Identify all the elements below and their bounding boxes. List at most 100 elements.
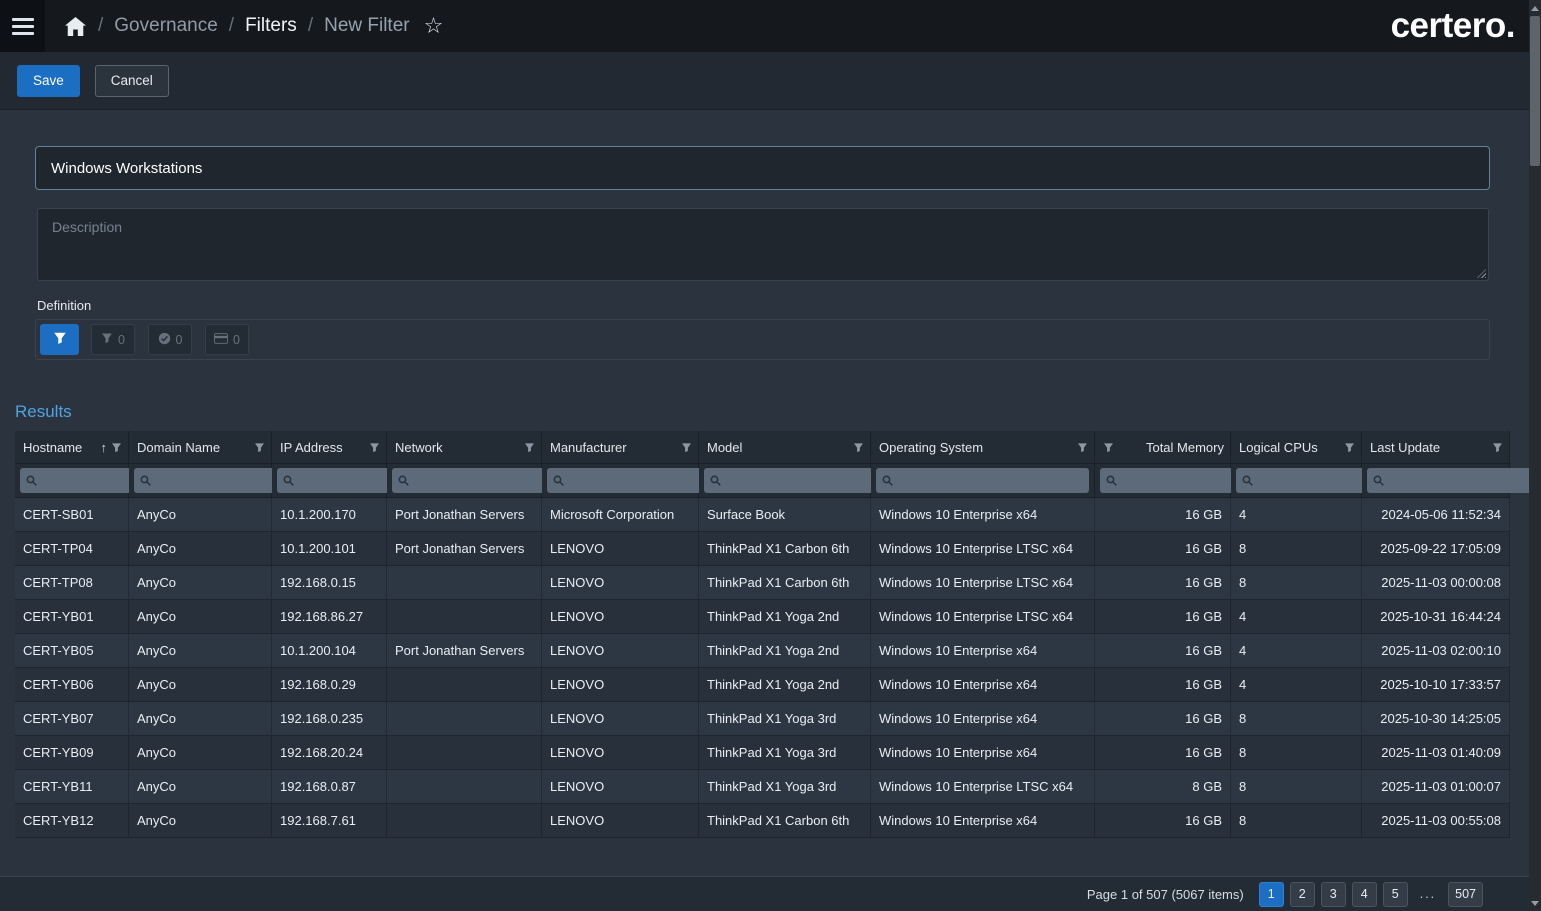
cell-manufacturer: LENOVO [542,600,699,634]
favorite-star-icon[interactable]: ☆ [424,15,444,37]
column-search-cell [1362,464,1541,498]
column-header-last-update[interactable]: Last Update [1362,431,1510,464]
table-row[interactable]: CERT-YB07 AnyCo 192.168.0.235 LENOVO ThinkPa… [15,702,1510,736]
certero-logo: certero. [1390,6,1516,45]
cell-network [387,600,542,634]
column-search-box [704,468,887,493]
column-search-cell [542,464,730,498]
cell-last-update: 2025-10-31 16:44:24 [1362,600,1510,634]
column-header-domain-name[interactable]: Domain Name [129,431,272,464]
page-button-3[interactable]: 3 [1320,881,1346,907]
filter-icon[interactable] [1077,442,1088,453]
column-header-total-memory[interactable]: Total Memory [1095,431,1231,464]
cell-total-memory: 16 GB [1095,804,1231,838]
home-icon[interactable] [65,16,86,36]
filter-icon[interactable] [853,442,864,453]
column-search-cell [1095,464,1283,498]
definition-count-group: 0 0 0 [91,324,249,355]
table-row[interactable]: CERT-SB01 AnyCo 10.1.200.170 Port Jonathan … [15,498,1510,532]
cell-total-memory: 16 GB [1095,498,1231,532]
column-header-label: Total Memory [1145,439,1224,455]
column-search-cell [272,464,460,498]
cell-domain-name: AnyCo [129,634,272,668]
breadcrumb-filters[interactable]: Filters [245,15,297,37]
cell-domain-name: AnyCo [129,770,272,804]
cell-ip-address: 192.168.0.235 [272,702,387,736]
cell-last-update: 2024-05-06 11:52:34 [1362,498,1510,532]
page-button-2[interactable]: 2 [1289,881,1315,907]
filter-icon[interactable] [254,442,265,453]
cell-hostname: CERT-TP08 [15,566,129,600]
column-header-model[interactable]: Model [699,431,871,464]
table-row[interactable]: CERT-TP08 AnyCo 192.168.0.15 LENOVO ThinkPad… [15,566,1510,600]
table-row[interactable]: CERT-YB06 AnyCo 192.168.0.29 LENOVO ThinkPad… [15,668,1510,702]
table-row[interactable]: CERT-TP04 AnyCo 10.1.200.101 Port Jonathan … [15,532,1510,566]
column-header-logical-cpus[interactable]: Logical CPUs [1231,431,1362,464]
cell-model: ThinkPad X1 Carbon 6th [699,532,871,566]
vertical-scrollbar[interactable] [1529,0,1541,911]
table-row[interactable]: CERT-YB12 AnyCo 192.168.7.61 LENOVO ThinkPad… [15,804,1510,838]
page-button-1[interactable]: 1 [1258,881,1284,907]
cell-model: ThinkPad X1 Yoga 3rd [699,702,871,736]
cell-ip-address: 10.1.200.101 [272,532,387,566]
cell-domain-name: AnyCo [129,532,272,566]
filter-icon[interactable] [111,442,122,453]
cell-ip-address: 192.168.20.24 [272,736,387,770]
check-count: 0 [175,332,183,347]
column-header-manufacturer[interactable]: Manufacturer [542,431,699,464]
filter-count-button[interactable]: 0 [91,324,135,355]
cell-model: ThinkPad X1 Yoga 3rd [699,770,871,804]
column-search-cell [129,464,317,498]
card-icon [214,332,229,347]
cell-model: ThinkPad X1 Yoga 2nd [699,600,871,634]
column-search-input[interactable] [898,473,1083,488]
cell-logical-cpus: 4 [1231,668,1362,702]
column-search-input[interactable] [726,473,881,488]
cell-network: Port Jonathan Servers [387,532,542,566]
cell-domain-name: AnyCo [129,668,272,702]
column-search-cell [1231,464,1419,498]
page-button-507[interactable]: 507 [1448,881,1483,907]
table-row[interactable]: CERT-YB05 AnyCo 10.1.200.104 Port Jonathan … [15,634,1510,668]
check-count-button[interactable]: 0 [148,324,192,355]
cell-hostname: CERT-YB11 [15,770,129,804]
table-row[interactable]: CERT-YB09 AnyCo 192.168.20.24 LENOVO ThinkPa… [15,736,1510,770]
page-ellipsis: ... [1419,887,1437,901]
card-count-button[interactable]: 0 [205,324,249,355]
filter-icon [53,331,67,348]
cell-logical-cpus: 4 [1231,600,1362,634]
cell-ip-address: 192.168.0.15 [272,566,387,600]
column-header-network[interactable]: Network [387,431,542,464]
column-header-label: Logical CPUs [1239,439,1318,455]
filter-icon[interactable] [524,442,535,453]
breadcrumb-governance[interactable]: Governance [114,15,218,37]
scroll-up-icon[interactable] [1529,1,1541,15]
table-row[interactable]: CERT-YB11 AnyCo 192.168.0.87 LENOVO ThinkPad… [15,770,1510,804]
add-filter-button[interactable] [40,324,79,355]
filter-icon[interactable] [681,442,692,453]
page-button-5[interactable]: 5 [1382,881,1408,907]
breadcrumb: / Governance / Filters / New Filter ☆ [98,15,443,37]
scrollbar-thumb[interactable] [1530,16,1540,166]
cell-logical-cpus: 8 [1231,532,1362,566]
scroll-down-icon[interactable] [1529,896,1541,910]
table-row[interactable]: CERT-YB01 AnyCo 192.168.86.27 LENOVO ThinkPa… [15,600,1510,634]
cell-hostname: CERT-TP04 [15,532,129,566]
filter-icon[interactable] [1103,442,1114,453]
filter-name-input[interactable] [35,146,1490,190]
description-input[interactable] [37,208,1489,281]
column-header-operating-system[interactable]: Operating System [871,431,1095,464]
column-header-label: IP Address [280,439,343,455]
filter-icon[interactable] [369,442,380,453]
menu-icon[interactable] [0,0,45,52]
page-button-4[interactable]: 4 [1351,881,1377,907]
filter-icon[interactable] [1344,442,1355,453]
cell-last-update: 2025-11-03 00:55:08 [1362,804,1510,838]
cancel-button[interactable]: Cancel [94,64,169,97]
column-header-hostname[interactable]: Hostname ↑ [15,431,129,464]
cell-ip-address: 192.168.0.29 [272,668,387,702]
column-search-input[interactable] [1389,473,1541,488]
column-header-ip-address[interactable]: IP Address [272,431,387,464]
filter-icon[interactable] [1492,442,1503,453]
save-button[interactable]: Save [17,64,80,97]
